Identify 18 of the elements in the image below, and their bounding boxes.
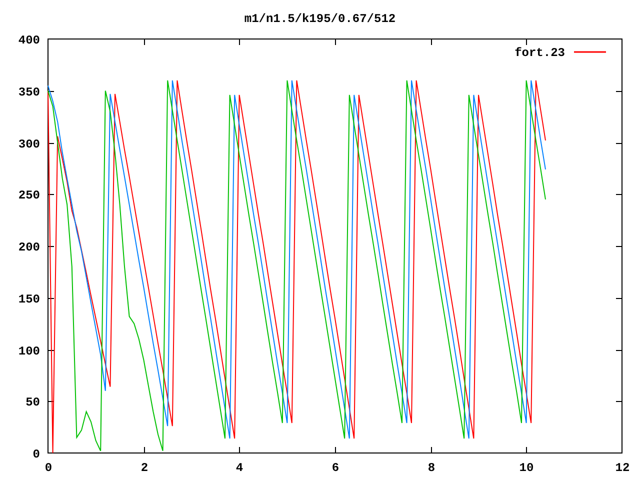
axis-tick-label: 10: [519, 461, 534, 475]
axis-tick-label: 2: [140, 461, 148, 475]
axis-tick-label: 12: [615, 461, 630, 475]
legend-label: fort.23: [514, 46, 565, 60]
axis-tick-label: 8: [428, 461, 436, 475]
axis-tick-label: 0: [32, 448, 40, 462]
chart-title: m1/n1.5/k195/0.67/512: [244, 12, 396, 26]
axis-tick-label: 350: [18, 86, 40, 100]
axis-tick-label: 200: [18, 240, 40, 254]
axis-tick-label: 300: [18, 138, 40, 152]
axis-tick-label: 150: [18, 292, 40, 306]
axis-tick-label: 400: [18, 34, 40, 48]
axis-tick-label: 50: [26, 396, 40, 410]
axis-tick-label: 250: [18, 188, 40, 202]
axis-tick-label: 4: [236, 461, 244, 475]
axis-tick-label: 0: [44, 461, 52, 475]
axis-tick-label: 6: [332, 461, 340, 475]
axis-tick-label: 100: [18, 344, 40, 358]
